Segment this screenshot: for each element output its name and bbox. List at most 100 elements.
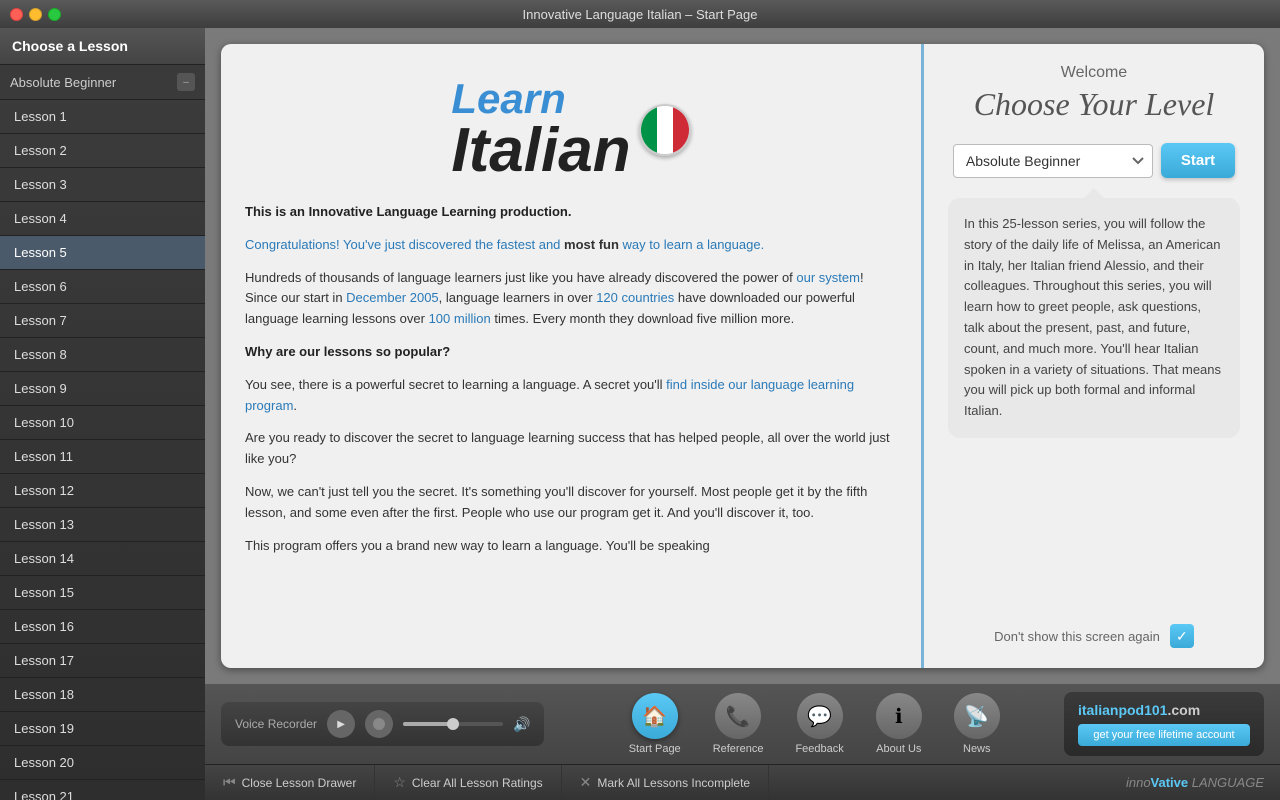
window-title: Innovative Language Italian – Start Page	[523, 7, 758, 22]
logo-container: Learn Italian	[451, 78, 690, 182]
logo-area: Learn Italian	[245, 68, 897, 182]
close-lesson-drawer-button[interactable]: ⏮ Close Lesson Drawer	[205, 765, 375, 800]
close-lesson-label: Close Lesson Drawer	[242, 776, 357, 790]
maximize-button[interactable]	[48, 8, 61, 21]
nav-icon-feedback: 💬	[797, 693, 843, 739]
sidebar: Choose a Lesson Absolute Beginner – Less…	[0, 28, 205, 800]
main-content: Learn Italian	[205, 28, 1280, 684]
nav-label-about-us: About Us	[876, 743, 921, 755]
lesson-item-5[interactable]: Lesson 5	[0, 236, 205, 270]
star-icon: ☆	[393, 774, 406, 791]
lesson-item-2[interactable]: Lesson 2	[0, 134, 205, 168]
flag-white	[657, 106, 673, 154]
para4-bold: Why are our lessons so popular?	[245, 344, 450, 359]
choose-level-title: Choose Your Level	[974, 86, 1215, 123]
nav-item-start-page[interactable]: 🏠Start Page	[613, 693, 697, 755]
welcome-text: Welcome	[1061, 64, 1127, 82]
record-inner	[373, 718, 385, 730]
lesson-item-6[interactable]: Lesson 6	[0, 270, 205, 304]
ad-cta-button[interactable]: get your free lifetime account	[1078, 724, 1250, 746]
ad-site: italianpod101.com	[1078, 702, 1250, 718]
footer-bar: ⏮ Close Lesson Drawer ☆ Clear All Lesson…	[205, 764, 1280, 800]
para5: You see, there is a powerful secret to l…	[245, 375, 897, 417]
nav-item-news[interactable]: 📡 News	[938, 693, 1016, 755]
nav-item-feedback[interactable]: 💬 Feedback	[779, 693, 859, 755]
start-button[interactable]: Start	[1161, 143, 1235, 178]
nav-icon-reference: 📞	[715, 693, 761, 739]
text-content: This is an Innovative Language Learning …	[245, 202, 897, 556]
lesson-item-21[interactable]: Lesson 21	[0, 780, 205, 800]
lesson-item-19[interactable]: Lesson 19	[0, 712, 205, 746]
lesson-item-10[interactable]: Lesson 10	[0, 406, 205, 440]
skip-back-icon: ⏮	[223, 774, 236, 791]
white-card: Learn Italian	[221, 44, 1264, 668]
titlebar: Innovative Language Italian – Start Page	[0, 0, 1280, 28]
mark-incomplete-label: Mark All Lessons Incomplete	[597, 776, 750, 790]
record-button[interactable]	[365, 710, 393, 738]
progress-thumb	[447, 718, 459, 730]
level-select[interactable]: Absolute BeginnerBeginnerElementaryInter…	[953, 144, 1153, 178]
clear-ratings-label: Clear All Lesson Ratings	[412, 776, 543, 790]
logo-learn-text: Learn	[451, 78, 565, 120]
progress-bar-container	[403, 722, 503, 726]
nav-icons: 🏠Start Page📞Reference 💬 Feedback ℹ About Us 📡…	[564, 693, 1064, 755]
clear-ratings-button[interactable]: ☆ Clear All Lesson Ratings	[375, 765, 561, 800]
lesson-item-12[interactable]: Lesson 12	[0, 474, 205, 508]
mark-incomplete-button[interactable]: ✕ Mark All Lessons Incomplete	[562, 765, 769, 800]
para8: This program offers you a brand new way …	[245, 536, 897, 557]
progress-bar[interactable]	[403, 722, 503, 726]
lesson-item-11[interactable]: Lesson 11	[0, 440, 205, 474]
nav-item-reference[interactable]: 📞Reference	[697, 693, 780, 755]
flag-red	[673, 106, 689, 154]
dont-show-row: Don't show this screen again ✓	[994, 624, 1194, 648]
nav-item-about-us[interactable]: ℹ About Us	[860, 693, 938, 755]
volume-icon: 🔊	[513, 716, 530, 733]
lesson-item-9[interactable]: Lesson 9	[0, 372, 205, 406]
content-area: Learn Italian	[205, 28, 1280, 800]
lesson-item-4[interactable]: Lesson 4	[0, 202, 205, 236]
lesson-item-18[interactable]: Lesson 18	[0, 678, 205, 712]
lesson-item-3[interactable]: Lesson 3	[0, 168, 205, 202]
voice-recorder: Voice Recorder ▶ 🔊	[221, 702, 544, 746]
logo-italian-text: Italian	[451, 120, 630, 182]
ad-banner: italianpod101.com get your free lifetime…	[1064, 692, 1264, 756]
lesson-item-1[interactable]: Lesson 1	[0, 100, 205, 134]
bottom-toolbar: Voice Recorder ▶ 🔊 🏠Start Page📞Reference…	[205, 684, 1280, 764]
recorder-label: Voice Recorder	[235, 717, 317, 731]
nav-label-news: News	[963, 743, 991, 755]
italian-flag	[639, 104, 691, 156]
x-icon: ✕	[580, 774, 592, 791]
lesson-item-8[interactable]: Lesson 8	[0, 338, 205, 372]
dont-show-label: Don't show this screen again	[994, 629, 1160, 644]
dont-show-checkbox[interactable]: ✓	[1170, 624, 1194, 648]
close-button[interactable]	[10, 8, 23, 21]
lesson-item-20[interactable]: Lesson 20	[0, 746, 205, 780]
sidebar-header: Choose a Lesson	[0, 28, 205, 65]
nav-icon-about-us: ℹ	[876, 693, 922, 739]
sidebar-collapse-button[interactable]: –	[177, 73, 195, 91]
lesson-item-7[interactable]: Lesson 7	[0, 304, 205, 338]
text-panel: Learn Italian	[221, 44, 924, 668]
logo-wrap: Learn Italian	[451, 78, 690, 182]
flag-green	[641, 106, 657, 154]
app-container: Choose a Lesson Absolute Beginner – Less…	[0, 28, 1280, 800]
footer-brand: innoVative LANGUAGE	[1110, 775, 1280, 790]
para7: Now, we can't just tell you the secret. …	[245, 482, 897, 524]
lesson-item-14[interactable]: Lesson 14	[0, 542, 205, 576]
para1-bold: This is an Innovative Language Learning …	[245, 204, 571, 219]
sidebar-level-row: Absolute Beginner –	[0, 65, 205, 100]
para6: Are you ready to discover the secret to …	[245, 428, 897, 470]
progress-fill	[403, 722, 453, 726]
lesson-item-16[interactable]: Lesson 16	[0, 610, 205, 644]
minimize-button[interactable]	[29, 8, 42, 21]
lesson-item-15[interactable]: Lesson 15	[0, 576, 205, 610]
level-selector-row: Absolute BeginnerBeginnerElementaryInter…	[953, 143, 1235, 178]
para3: Hundreds of thousands of language learne…	[245, 268, 897, 330]
lesson-item-17[interactable]: Lesson 17	[0, 644, 205, 678]
right-panel: Welcome Choose Your Level Absolute Begin…	[924, 44, 1264, 668]
lesson-item-13[interactable]: Lesson 13	[0, 508, 205, 542]
nav-label-feedback: Feedback	[795, 743, 843, 755]
para2: Congratulations! You've just discovered …	[245, 235, 897, 256]
nav-icon-news: 📡	[954, 693, 1000, 739]
play-button[interactable]: ▶	[327, 710, 355, 738]
